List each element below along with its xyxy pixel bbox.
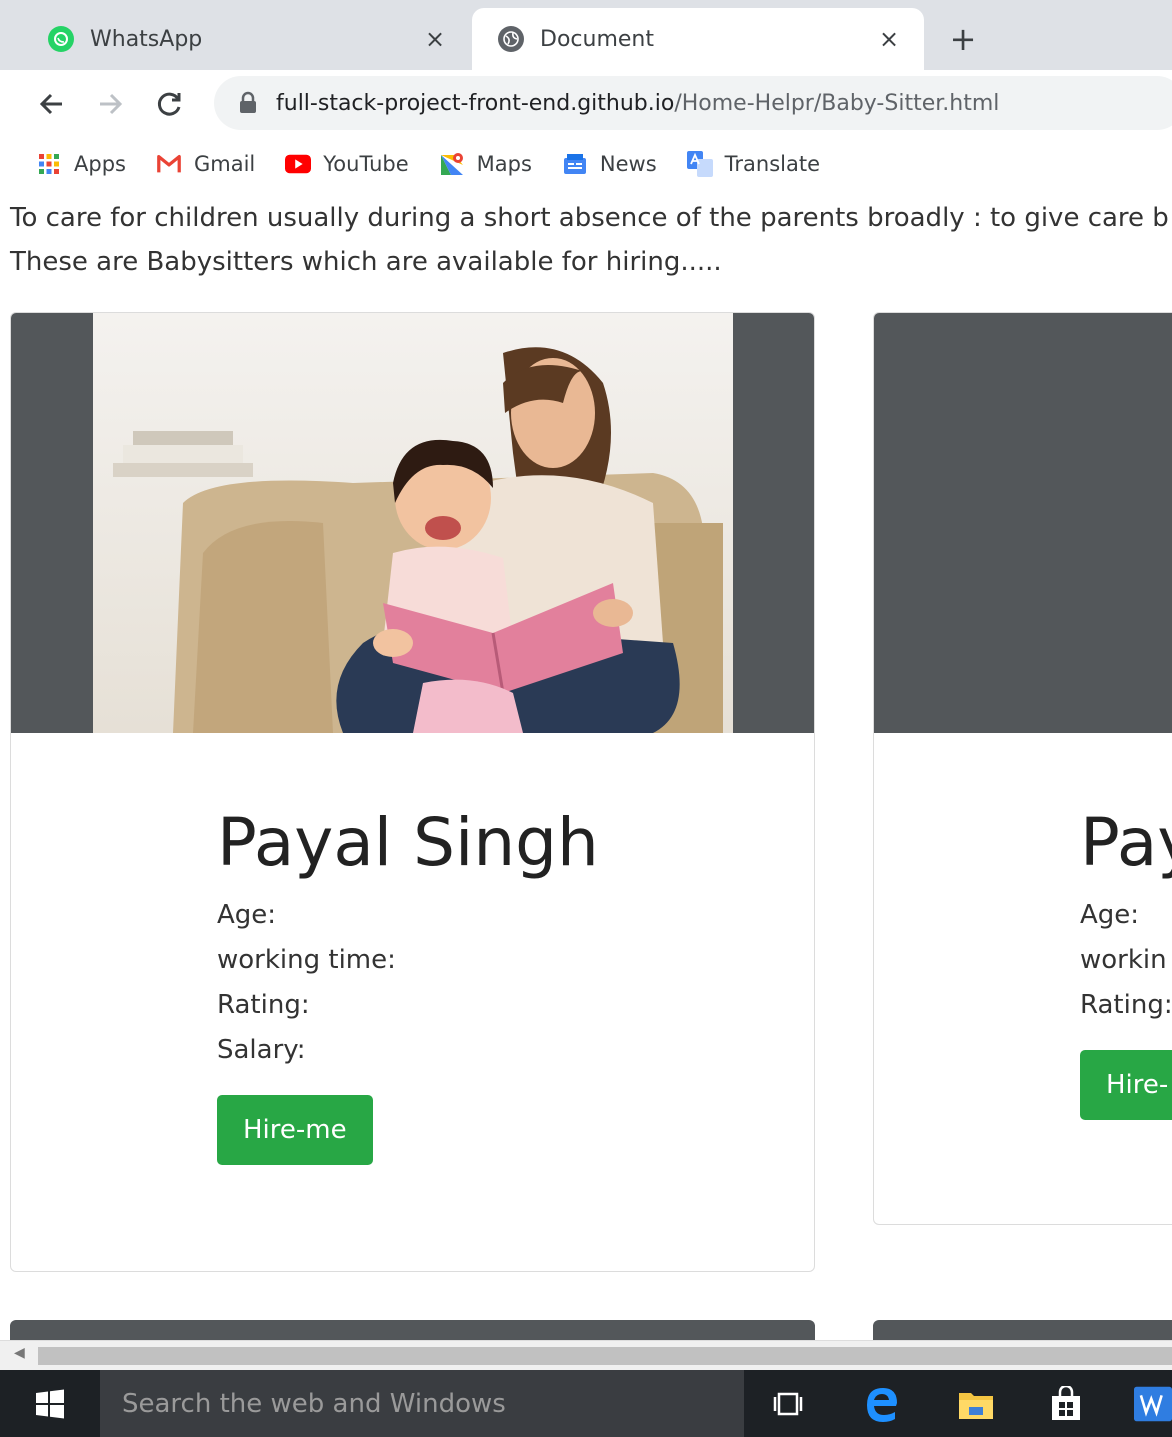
- babysitter-card: Payal Singh Age: working time: Rating: S…: [10, 312, 815, 1272]
- task-view-icon[interactable]: [766, 1382, 810, 1426]
- globe-icon: [498, 26, 524, 52]
- tab-document[interactable]: Document ×: [472, 8, 924, 70]
- url-path: /Home-Helpr/Baby-Sitter.html: [674, 90, 1000, 116]
- working-time-label: working time:: [217, 945, 396, 975]
- tab-whatsapp[interactable]: WhatsApp ×: [10, 8, 470, 70]
- bookmark-label: Gmail: [193, 152, 256, 176]
- back-button[interactable]: [32, 84, 72, 124]
- salary-label: Salary:: [217, 1035, 306, 1065]
- hire-me-button[interactable]: Hire-: [1080, 1050, 1172, 1120]
- hire-me-button[interactable]: Hire-me: [217, 1095, 373, 1165]
- edge-browser-icon[interactable]: [860, 1382, 904, 1426]
- bookmark-apps[interactable]: Apps: [36, 151, 126, 177]
- windows-logo-icon: [36, 1389, 64, 1418]
- tab-title: WhatsApp: [90, 26, 203, 52]
- youtube-icon: [285, 151, 312, 177]
- age-label: Age:: [217, 900, 277, 930]
- translate-icon: [686, 151, 713, 177]
- new-tab-button[interactable]: +: [946, 20, 980, 58]
- arrow-right-icon: [100, 93, 123, 115]
- working-time-label: workin: [1080, 945, 1167, 975]
- scroll-left-icon[interactable]: ◀: [14, 1345, 25, 1361]
- file-explorer-icon[interactable]: [954, 1382, 998, 1426]
- scrollbar-thumb[interactable]: [38, 1347, 1172, 1365]
- url-host: full-stack-project-front-end.github.io: [276, 90, 675, 116]
- intro-line: These are Babysitters which are availabl…: [10, 247, 722, 277]
- bookmark-gmail[interactable]: Gmail: [156, 151, 255, 177]
- close-icon[interactable]: ×: [420, 24, 450, 54]
- babysitter-card: Pay Age: workin Rating: Hire-: [873, 312, 1172, 1225]
- horizontal-scrollbar[interactable]: ◀: [0, 1340, 1172, 1370]
- tab-strip: WhatsApp × Document × +: [0, 0, 1172, 70]
- taskbar-search-box[interactable]: Search the web and Windows: [100, 1370, 744, 1437]
- bookmark-label: Translate: [724, 152, 821, 176]
- bookmark-label: News: [599, 152, 657, 176]
- babysitter-name: Pay: [1080, 804, 1172, 881]
- bookmark-news[interactable]: News: [562, 151, 657, 177]
- tab-title: Document: [540, 26, 654, 52]
- whatsapp-icon: [48, 26, 74, 52]
- apps-grid-icon: [36, 151, 62, 177]
- card-body: Pay Age: workin Rating: Hire-: [1080, 803, 1172, 1120]
- taskbar-search-placeholder: Search the web and Windows: [122, 1388, 506, 1419]
- babysitter-card-next: [873, 1320, 1172, 1340]
- url-text: full-stack-project-front-end.github.io/H…: [276, 91, 999, 116]
- bookmark-label: Maps: [476, 152, 532, 176]
- maps-icon: [439, 151, 465, 177]
- news-icon: [562, 151, 588, 177]
- reload-button[interactable]: [150, 84, 190, 124]
- gmail-icon: [156, 151, 182, 177]
- bookmark-label: YouTube: [323, 152, 409, 176]
- forward-button[interactable]: [90, 84, 130, 124]
- intro-line: To care for children usually during a sh…: [10, 203, 1169, 233]
- babysitter-photo: [93, 313, 733, 733]
- card-photo-frame: [874, 313, 1172, 733]
- app-icon[interactable]: [1134, 1382, 1172, 1426]
- reload-icon: [157, 92, 181, 116]
- rating-label: Rating:: [1080, 990, 1172, 1020]
- windows-taskbar: Search the web and Windows: [0, 1370, 1172, 1437]
- address-bar[interactable]: full-stack-project-front-end.github.io/H…: [214, 76, 1172, 130]
- bookmark-youtube[interactable]: YouTube: [285, 151, 409, 177]
- bookmark-maps[interactable]: Maps: [439, 151, 532, 177]
- bookmarks-bar: Apps Gmail YouTube Maps News Translate: [0, 138, 1172, 190]
- intro-text: To care for children usually during a sh…: [10, 196, 1169, 284]
- lock-icon: [240, 91, 256, 113]
- close-icon[interactable]: ×: [874, 24, 904, 54]
- card-photo-frame: [11, 313, 814, 733]
- store-icon[interactable]: [1044, 1382, 1088, 1426]
- page-content: To care for children usually during a sh…: [0, 190, 1172, 1340]
- bookmark-translate[interactable]: Translate: [686, 151, 821, 177]
- babysitter-card-next: [10, 1320, 815, 1340]
- start-button[interactable]: [0, 1370, 100, 1437]
- rating-label: Rating:: [217, 990, 310, 1020]
- browser-toolbar: full-stack-project-front-end.github.io/H…: [0, 70, 1172, 138]
- bookmark-label: Apps: [74, 152, 126, 176]
- card-body: Payal Singh Age: working time: Rating: S…: [217, 803, 599, 1165]
- arrow-left-icon: [39, 93, 62, 115]
- babysitter-name: Payal Singh: [217, 804, 599, 881]
- age-label: Age:: [1080, 900, 1140, 930]
